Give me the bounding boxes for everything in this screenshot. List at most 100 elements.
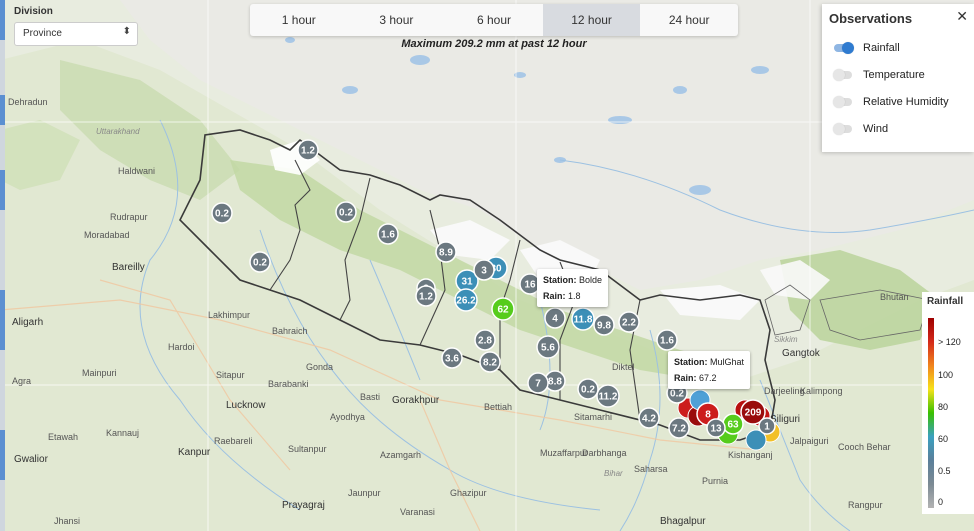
division-selected-value: Province [23,28,62,39]
place-label: Cooch Behar [838,442,891,452]
place-label: Purnia [702,476,728,486]
station-tooltip-mulghat: Station: MulGhat Rain: 67.2 [668,351,751,389]
place-label: Aligarh [12,317,43,328]
place-label: Varanasi [400,507,435,517]
tooltip-rain-value: 1.8 [568,291,581,301]
station-marker[interactable]: 62 [491,297,515,321]
place-label: Jaunpur [348,488,381,498]
maximum-rainfall-text: Maximum 209.2 mm at past 12 hour [401,38,587,50]
station-marker[interactable]: 26.2 [454,288,478,312]
station-marker[interactable]: 4.2 [638,407,660,429]
station-marker-value: 3 [481,266,487,277]
station-marker-value: 9.8 [597,321,611,332]
close-icon[interactable]: ✕ [956,8,968,25]
place-label: Gwalior [14,454,49,465]
division-select[interactable]: Province ⬍ [14,22,138,46]
station-marker-value: 11.8 [574,315,593,326]
station-marker[interactable]: 7 [527,372,549,394]
station-marker[interactable]: 4 [544,307,566,329]
place-label: Gonda [306,362,333,372]
place-label: Darbhanga [582,448,627,458]
tab-12-hour[interactable]: 12 hour [542,4,641,36]
station-marker[interactable]: 5.6 [536,335,560,359]
station-marker[interactable]: 3.6 [441,347,463,369]
legend-tick: 60 [938,434,949,444]
station-marker-value: 7.2 [672,424,686,435]
place-label: Gangtok [782,348,821,359]
place-label: Dehradun [8,97,48,107]
tab-6-hour[interactable]: 6 hour [445,4,543,36]
station-marker-value: 16 [524,280,536,291]
station-marker-value: 3.6 [445,354,459,365]
legend-tick: 100 [938,370,954,380]
place-label: Kannauj [106,428,139,438]
place-label: Prayagraj [282,500,325,511]
station-marker[interactable]: 0.2 [211,202,233,224]
legend-title: Rainfall [927,296,964,307]
station-marker-value: 1.2 [419,292,433,303]
station-marker[interactable]: 11.8 [571,307,595,331]
station-marker-value: 1.2 [301,146,315,157]
place-label: Bettiah [484,402,512,412]
station-marker-value: 2.8 [478,336,492,347]
station-marker-value: 4.2 [642,414,656,425]
observation-humidity[interactable]: Relative Humidity [833,94,949,110]
place-label: Sikkim [774,335,798,344]
station-marker-value: 2.2 [622,318,636,329]
station-marker[interactable]: 0.2 [249,251,271,273]
observation-label: Relative Humidity [863,96,949,108]
station-marker[interactable]: 1.2 [415,285,437,307]
place-label: Barabanki [268,379,309,389]
station-marker-value: 13 [710,424,722,435]
station-marker[interactable]: 1.6 [377,223,399,245]
observation-temperature[interactable]: Temperature [833,67,925,83]
place-label: Hardoi [168,342,195,352]
station-tooltip-bolde: Station: Bolde Rain: 1.8 [537,269,609,307]
station-marker-value: 62 [497,305,509,316]
place-label: Sitapur [216,370,245,380]
station-marker-value: 0.2 [670,389,684,400]
place-label: Saharsa [634,464,668,474]
tab-1-hour[interactable]: 1 hour [250,4,348,36]
station-marker[interactable]: 1.2 [297,139,319,161]
observation-rainfall[interactable]: Rainfall [834,40,900,56]
observation-label: Wind [863,123,889,135]
station-marker-value: 8.2 [483,358,497,369]
station-marker[interactable]: 9.8 [593,314,615,336]
station-marker[interactable]: 7.2 [668,417,690,439]
station-marker[interactable]: 63 [722,413,744,435]
station-marker[interactable]: 1.6 [656,329,678,351]
place-label: Uttarakhand [96,127,140,136]
station-marker[interactable]: 13 [706,418,726,438]
station-marker[interactable]: 8.2 [479,351,501,373]
station-marker[interactable]: 2.2 [618,311,640,333]
station-marker[interactable]: 0.2 [335,201,357,223]
station-marker[interactable]: 8.9 [435,241,457,263]
tab-3-hour[interactable]: 3 hour [348,4,446,36]
station-marker-value: 4 [552,314,558,325]
place-label: Lucknow [226,400,266,411]
place-label: Jhansi [54,516,80,526]
station-marker[interactable]: 0.2 [577,378,599,400]
station-marker-value: 8.9 [439,248,453,259]
observation-wind[interactable]: Wind [833,121,889,137]
humidity-toggle[interactable] [833,96,852,108]
station-marker-value: 11.2 [599,392,618,403]
station-marker[interactable]: 2.8 [474,329,496,351]
station-marker-value: 8 [705,410,711,421]
place-label: Jalpaiguri [790,436,829,446]
legend-tick: 0.5 [938,466,951,476]
tooltip-station-name: MulGhat [710,357,745,367]
wind-toggle[interactable] [833,123,852,135]
tab-24-hour[interactable]: 24 hour [640,4,738,36]
time-period-tabs: 1 hour 3 hour 6 hour 12 hour 24 hour [250,4,738,36]
place-label: Kanpur [178,447,211,458]
station-marker[interactable]: 11.2 [596,384,620,408]
temperature-toggle[interactable] [833,69,852,81]
chevron-updown-icon: ⬍ [122,26,131,37]
place-label: Darjeeling [764,386,805,396]
rainfall-toggle[interactable] [834,42,854,54]
place-label: Bhutan [880,292,909,302]
station-marker[interactable]: 3 [473,259,495,281]
station-marker[interactable]: 1 [758,417,776,435]
